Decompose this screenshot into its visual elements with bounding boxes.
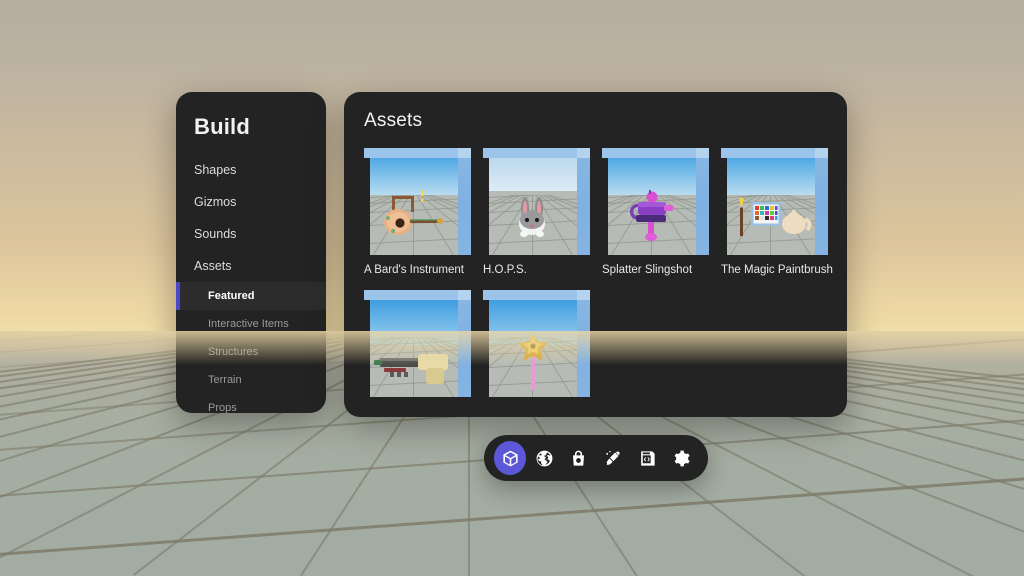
thumbnail-box-top-face — [721, 148, 828, 158]
thumbnail-box-side-face — [458, 148, 471, 255]
asset-card[interactable]: Splatter Slingshot — [602, 148, 709, 276]
toolbar-shopping-bag-button[interactable] — [563, 441, 595, 475]
sidebar-item-label: Interactive Items — [208, 318, 289, 330]
asset-card[interactable] — [483, 290, 590, 397]
toolbar-paintbrush-button[interactable] — [597, 441, 629, 475]
sidebar-item-label: Shapes — [194, 163, 236, 177]
thumbnail-box-top-face — [483, 148, 590, 158]
thumbnail-viewport — [370, 300, 458, 397]
sidebar-item-label: Sounds — [194, 227, 236, 241]
bottom-toolbar — [484, 435, 708, 481]
sidebar-item-props[interactable]: Props — [176, 394, 326, 413]
asset-thumbnail[interactable] — [483, 290, 590, 397]
sidebar-item-interactive-items[interactable]: Interactive Items — [176, 310, 326, 338]
script-code-icon — [638, 449, 657, 468]
thumbnail-box-side-face — [577, 290, 590, 397]
thumbnail-viewport — [489, 158, 577, 255]
thumbnail-box-corner-highlight — [458, 290, 471, 300]
thumbnail-box-corner-highlight — [577, 148, 590, 158]
toolbar-build-cube-button[interactable] — [494, 441, 526, 475]
build-cube-icon — [501, 449, 520, 468]
sidebar-item-gizmos[interactable]: Gizmos — [176, 186, 326, 218]
thumbnail-box-corner-highlight — [458, 148, 471, 158]
thumbnail-viewport — [608, 158, 696, 255]
thumbnail-viewport — [727, 158, 815, 255]
asset-label: The Magic Paintbrush — [721, 264, 828, 276]
thumbnail-box-side-face — [577, 148, 590, 255]
asset-3d-model — [608, 188, 696, 253]
asset-card[interactable] — [364, 290, 471, 397]
asset-3d-model — [489, 188, 577, 253]
asset-card[interactable]: H.O.P.S. — [483, 148, 590, 276]
sidebar-item-assets[interactable]: Assets — [176, 250, 326, 282]
sidebar-item-shapes[interactable]: Shapes — [176, 154, 326, 186]
gear-icon — [672, 449, 691, 468]
asset-thumbnail[interactable] — [721, 148, 828, 255]
toolbar-script-code-button[interactable] — [631, 441, 663, 475]
thumbnail-viewport — [489, 300, 577, 397]
asset-3d-model — [489, 330, 577, 395]
assets-panel: Assets A Bard's Instrument H.O.P.S. Splatt… — [344, 92, 847, 417]
asset-thumbnail[interactable] — [364, 148, 471, 255]
toolbar-globe-button[interactable] — [528, 441, 560, 475]
asset-card[interactable]: The Magic Paintbrush — [721, 148, 828, 276]
sidebar-item-terrain[interactable]: Terrain — [176, 366, 326, 394]
asset-grid: A Bard's Instrument H.O.P.S. Splatter Slin… — [344, 148, 847, 397]
thumbnail-box-corner-highlight — [815, 148, 828, 158]
thumbnail-box-corner-highlight — [577, 290, 590, 300]
assets-panel-title: Assets — [344, 92, 847, 132]
shopping-bag-icon — [569, 449, 588, 468]
globe-icon — [535, 449, 554, 468]
sidebar-item-label: Terrain — [208, 374, 242, 386]
thumbnail-box-top-face — [364, 290, 471, 300]
asset-thumbnail[interactable] — [602, 148, 709, 255]
thumbnail-box-top-face — [483, 290, 590, 300]
sidebar-item-label: Structures — [208, 346, 258, 358]
thumbnail-box-side-face — [696, 148, 709, 255]
thumbnail-box-corner-highlight — [696, 148, 709, 158]
asset-label: Splatter Slingshot — [602, 264, 709, 276]
asset-thumbnail[interactable] — [364, 290, 471, 397]
build-sidebar-panel: Build Shapes Gizmos Sounds Assets Featured In… — [176, 92, 326, 413]
paintbrush-icon — [603, 448, 623, 468]
thumbnail-viewport — [370, 158, 458, 255]
thumbnail-box-top-face — [602, 148, 709, 158]
sidebar-item-label: Featured — [208, 290, 254, 302]
asset-card[interactable]: A Bard's Instrument — [364, 148, 471, 276]
sidebar-title: Build — [176, 92, 326, 140]
ground-grid-line — [0, 466, 1024, 565]
sidebar-item-label: Assets — [194, 259, 232, 273]
asset-thumbnail[interactable] — [483, 148, 590, 255]
sidebar-item-structures[interactable]: Structures — [176, 338, 326, 366]
thumbnail-box-side-face — [458, 290, 471, 397]
sidebar-nav: Shapes Gizmos Sounds Assets Featured Interact… — [176, 154, 326, 413]
asset-3d-model — [370, 188, 458, 253]
asset-3d-model — [727, 188, 815, 253]
thumbnail-sky — [489, 158, 577, 191]
thumbnail-box-top-face — [364, 148, 471, 158]
sidebar-item-sounds[interactable]: Sounds — [176, 218, 326, 250]
asset-3d-model — [370, 338, 458, 397]
sidebar-item-label: Gizmos — [194, 195, 236, 209]
sidebar-item-featured[interactable]: Featured — [176, 282, 326, 310]
asset-label: H.O.P.S. — [483, 264, 590, 276]
toolbar-gear-button[interactable] — [666, 441, 698, 475]
asset-label: A Bard's Instrument — [364, 264, 471, 276]
thumbnail-box-side-face — [815, 148, 828, 255]
sidebar-item-label: Props — [208, 402, 237, 413]
vr-build-scene: Build Shapes Gizmos Sounds Assets Featured In… — [0, 0, 1024, 576]
